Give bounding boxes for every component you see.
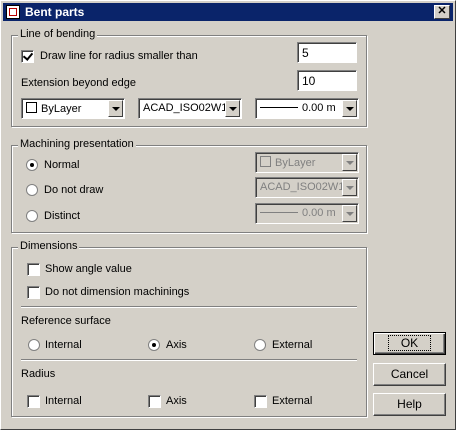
radius-axis-checkbox[interactable] [148,395,161,408]
reference-surface-label: Reference surface [21,315,111,327]
machining-color-select[interactable]: ByLayer [255,152,359,173]
bent-parts-dialog: Bent parts ✕ Line of bending Draw line f… [0,0,456,430]
radius-external-checkbox[interactable] [254,395,267,408]
ok-button-label: OK [387,335,432,351]
machining-do-not-draw-label: Do not draw [44,184,104,196]
radius-threshold-input[interactable]: 5 [297,42,357,63]
machining-linetype-select[interactable]: ACAD_ISO02W1 [255,177,359,198]
draw-line-label: Draw line for radius smaller than [40,50,198,62]
reference-external-radio[interactable] [254,339,266,351]
machining-color-value: ByLayer [275,157,316,169]
extension-input[interactable]: 10 [297,70,357,91]
machining-linetype-value: ACAD_ISO02W1 [260,181,345,193]
machining-lineweight-value: 0.00 m [302,207,336,219]
draw-line-checkbox[interactable] [21,50,34,63]
no-machinings-checkbox[interactable] [27,286,40,299]
bending-lineweight-value: 0.00 m [302,102,336,114]
reference-internal-label: Internal [45,339,82,351]
no-machinings-label: Do not dimension machinings [45,286,190,298]
dropdown-arrow-icon[interactable] [342,154,357,171]
reference-axis-radio[interactable] [148,339,160,351]
ok-button[interactable]: OK [373,332,446,355]
reference-external-label: External [272,339,313,351]
machining-do-not-draw-radio[interactable] [26,184,38,196]
machining-distinct-label: Distinct [44,210,81,222]
show-angle-label: Show angle value [45,263,132,275]
radius-axis-label: Axis [166,395,187,407]
separator [21,359,357,361]
bending-linetype-select[interactable]: ACAD_ISO02W1 [138,98,242,119]
line-of-bending-legend: Line of bending [18,28,98,40]
reference-axis-label: Axis [166,339,187,351]
dimensions-legend: Dimensions [18,240,80,252]
line-preview-icon [260,212,298,213]
dropdown-arrow-icon[interactable] [108,100,123,117]
title-bar[interactable]: Bent parts ✕ [3,3,453,21]
color-swatch-icon [260,156,271,167]
help-button[interactable]: Help [373,393,446,416]
reference-internal-radio[interactable] [28,339,40,351]
machining-legend: Machining presentation [18,138,136,150]
bending-linetype-value: ACAD_ISO02W1 [143,102,228,114]
app-icon [6,5,20,19]
close-icon[interactable]: ✕ [434,5,450,19]
cancel-button[interactable]: Cancel [373,363,446,386]
separator [21,306,357,308]
machining-lineweight-select[interactable]: 0.00 m [255,203,359,224]
machining-distinct-radio[interactable] [26,210,38,222]
dropdown-arrow-icon[interactable] [342,179,357,196]
dropdown-arrow-icon[interactable] [342,100,357,117]
radius-external-label: External [272,395,313,407]
bending-lineweight-select[interactable]: 0.00 m [255,98,359,119]
dropdown-arrow-icon[interactable] [342,205,357,222]
extension-label: Extension beyond edge [21,77,136,89]
radius-internal-label: Internal [45,395,82,407]
color-swatch-icon [26,102,37,113]
dropdown-arrow-icon[interactable] [225,100,240,117]
bending-color-value: ByLayer [41,103,82,115]
line-preview-icon [260,107,298,108]
radius-internal-checkbox[interactable] [27,395,40,408]
radius-label: Radius [21,368,56,380]
machining-normal-radio[interactable] [26,159,38,171]
bending-color-select[interactable]: ByLayer [21,98,125,119]
show-angle-checkbox[interactable] [27,263,40,276]
machining-normal-label: Normal [44,159,80,171]
window-title: Bent parts [25,5,85,19]
